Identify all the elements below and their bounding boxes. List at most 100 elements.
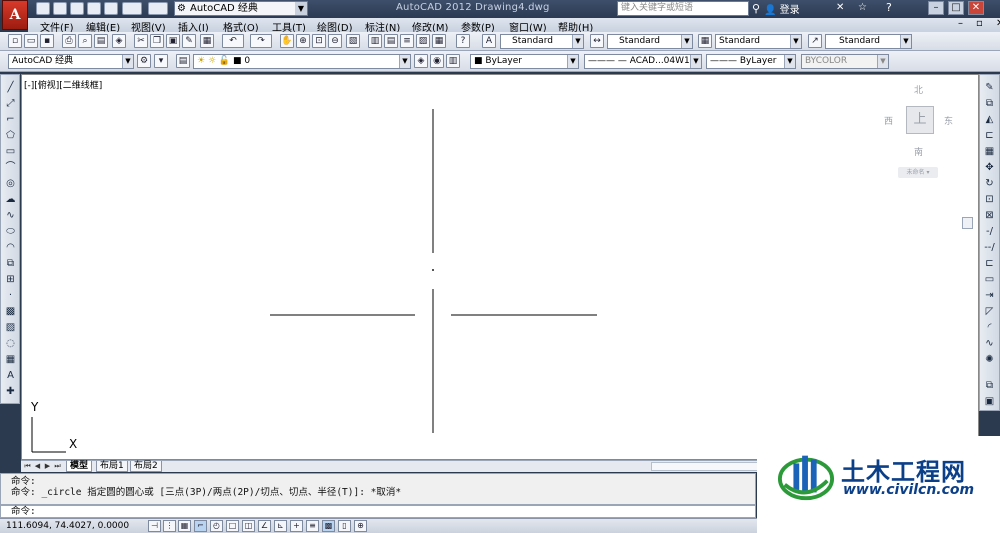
last-tab-icon[interactable]: ⏭ — [53, 462, 62, 471]
sheet-set-icon[interactable]: ≡ — [400, 34, 414, 48]
quick-properties-button[interactable]: ▯ — [338, 520, 351, 532]
autocad-logo-icon[interactable]: A — [2, 0, 28, 30]
hatch-icon[interactable]: ▩ — [3, 305, 18, 319]
ellipse-arc-icon[interactable]: ◠ — [3, 241, 18, 255]
dynamic-input-button[interactable]: + — [290, 520, 303, 532]
workspace-settings-icon[interactable]: ⚙ — [137, 54, 151, 68]
exchange-icon[interactable]: ✕ — [836, 2, 844, 13]
paste-icon[interactable]: ▣ — [166, 34, 180, 48]
draw-order-front-icon[interactable]: ▣ — [982, 395, 997, 409]
color-control-select[interactable]: ■ ByLayer ▼ — [470, 54, 579, 69]
compass-west[interactable]: 西 — [884, 114, 893, 127]
copy-icon[interactable]: ❐ — [150, 34, 164, 48]
selection-cycling-button[interactable]: ⊕ — [354, 520, 367, 532]
viewcube[interactable]: 北 西 东 南 上 未命名 ▾ — [882, 83, 972, 183]
construction-line-icon[interactable]: ⤢ — [3, 97, 18, 111]
copy-object-icon[interactable]: ⧉ — [982, 97, 997, 111]
object-snap-tracking-button[interactable]: ∠ — [258, 520, 271, 532]
doc-minimize-button[interactable]: – — [958, 18, 963, 29]
drawing-canvas[interactable]: [-][俯视][二维线框] Y X 北 西 东 南 上 未命名 ▾ — [21, 74, 979, 460]
stretch-icon[interactable]: ⊠ — [982, 209, 997, 223]
doc-restore-button[interactable]: ▫ — [976, 18, 983, 29]
point-icon[interactable]: · — [3, 289, 18, 303]
tab-layout2[interactable]: 布局2 — [130, 461, 162, 472]
grid-display-button[interactable]: ▦ — [178, 520, 191, 532]
ortho-mode-button[interactable]: ⌐ — [194, 520, 207, 532]
publish-icon[interactable]: ▤ — [94, 34, 108, 48]
insert-block-icon[interactable]: ⧉ — [3, 257, 18, 271]
next-tab-icon[interactable]: ▶ — [43, 462, 52, 471]
ellipse-icon[interactable]: ⬭ — [3, 225, 18, 239]
save-icon[interactable]: ▪ — [40, 34, 54, 48]
text-style-select[interactable]: Standard ▼ — [500, 34, 584, 49]
layer-select[interactable]: ☀ ☼ 🔓 ■ 0 ▼ — [193, 54, 411, 69]
close-button[interactable]: ✕ — [968, 1, 984, 15]
zoom-previous-icon[interactable]: ⊖ — [328, 34, 342, 48]
properties-icon[interactable]: ▧ — [346, 34, 360, 48]
blend-curves-icon[interactable]: ∿ — [982, 337, 997, 351]
maximize-button[interactable]: □ — [948, 1, 964, 15]
multiline-text-icon[interactable]: A — [3, 369, 18, 383]
arc-icon[interactable]: ⌒ — [3, 161, 18, 175]
gradient-icon[interactable]: ▨ — [3, 321, 18, 335]
add-selected-icon[interactable]: ✚ — [3, 385, 18, 399]
save-icon[interactable] — [70, 2, 84, 15]
chamfer-icon[interactable]: ◸ — [982, 305, 997, 319]
tool-palettes-icon[interactable]: ▤ — [384, 34, 398, 48]
draw-order-icon[interactable]: ⧉ — [982, 379, 997, 393]
rectangle-icon[interactable]: ▭ — [3, 145, 18, 159]
workspace-select[interactable]: ⚙ AutoCAD 经典 ▼ — [174, 1, 308, 16]
erase-icon[interactable]: ✎ — [982, 81, 997, 95]
login-button[interactable]: 👤 登录 — [764, 1, 800, 16]
move-icon[interactable]: ✥ — [982, 161, 997, 175]
rotate-icon[interactable]: ↻ — [982, 177, 997, 191]
coordinate-readout[interactable]: 111.6094, 74.4027, 0.0000 — [6, 521, 129, 531]
make-block-icon[interactable]: ⊞ — [3, 273, 18, 287]
polar-tracking-button[interactable]: ◴ — [210, 520, 223, 532]
scale-icon[interactable]: ⊡ — [982, 193, 997, 207]
make-object-layer-current-icon[interactable]: ◈ — [414, 54, 428, 68]
transparency-button[interactable]: ▩ — [322, 520, 335, 532]
3d-osnap-button[interactable]: ◫ — [242, 520, 255, 532]
layer-state-icon[interactable]: ▥ — [446, 54, 460, 68]
multileader-style-select[interactable]: Standard ▼ — [825, 34, 912, 49]
compass-east[interactable]: 东 — [944, 114, 953, 127]
open-icon[interactable]: ▭ — [24, 34, 38, 48]
doc-close-button[interactable]: ✕ — [996, 18, 1000, 29]
scrollbar-thumb[interactable] — [962, 217, 973, 229]
linetype-control-select[interactable]: ——— — ACAD...04W100 ▼ — [584, 54, 702, 69]
explode-icon[interactable]: ✺ — [982, 353, 997, 367]
object-snap-button[interactable]: □ — [226, 520, 239, 532]
mirror-icon[interactable]: ◭ — [982, 113, 997, 127]
redo-icon[interactable]: ↷ — [250, 34, 272, 48]
calculator-icon[interactable]: ▦ — [432, 34, 446, 48]
customize-icon[interactable]: ▾ — [154, 54, 168, 68]
spline-icon[interactable]: ∿ — [3, 209, 18, 223]
dynamic-ucs-button[interactable]: ⊾ — [274, 520, 287, 532]
lineweight-control-select[interactable]: ——— ByLayer ▼ — [706, 54, 796, 69]
join-icon[interactable]: ⇥ — [982, 289, 997, 303]
search-input[interactable]: 键入关键字或短语 — [617, 1, 749, 16]
markup-icon[interactable]: ▨ — [416, 34, 430, 48]
plot-icon[interactable]: ⎙ — [62, 34, 76, 48]
layer-properties-icon[interactable]: ▤ — [176, 54, 190, 68]
revision-cloud-icon[interactable]: ☁ — [3, 193, 18, 207]
design-center-icon[interactable]: ▥ — [368, 34, 382, 48]
array-icon[interactable]: ▦ — [982, 145, 997, 159]
wcs-menu[interactable]: 未命名 ▾ — [898, 167, 938, 178]
3d-dwf-icon[interactable]: ◈ — [112, 34, 126, 48]
new-icon[interactable]: ▫ — [8, 34, 22, 48]
lineweight-button[interactable]: ≡ — [306, 520, 319, 532]
table-style-select[interactable]: Standard ▼ — [715, 34, 802, 49]
region-icon[interactable]: ◌ — [3, 337, 18, 351]
table-icon[interactable]: ▦ — [3, 353, 18, 367]
infer-constraints-button[interactable]: ⊣ — [148, 520, 161, 532]
compass-south[interactable]: 南 — [914, 145, 923, 158]
open-file-icon[interactable] — [53, 2, 67, 15]
break-at-point-icon[interactable]: ⊏ — [982, 257, 997, 271]
circle-icon[interactable]: ◎ — [3, 177, 18, 191]
cut-icon[interactable]: ✂ — [134, 34, 148, 48]
undo-icon[interactable]: ↶ — [222, 34, 244, 48]
viewcube-top-face[interactable]: 上 — [906, 106, 934, 134]
pan-icon[interactable]: ✋ — [280, 34, 294, 48]
